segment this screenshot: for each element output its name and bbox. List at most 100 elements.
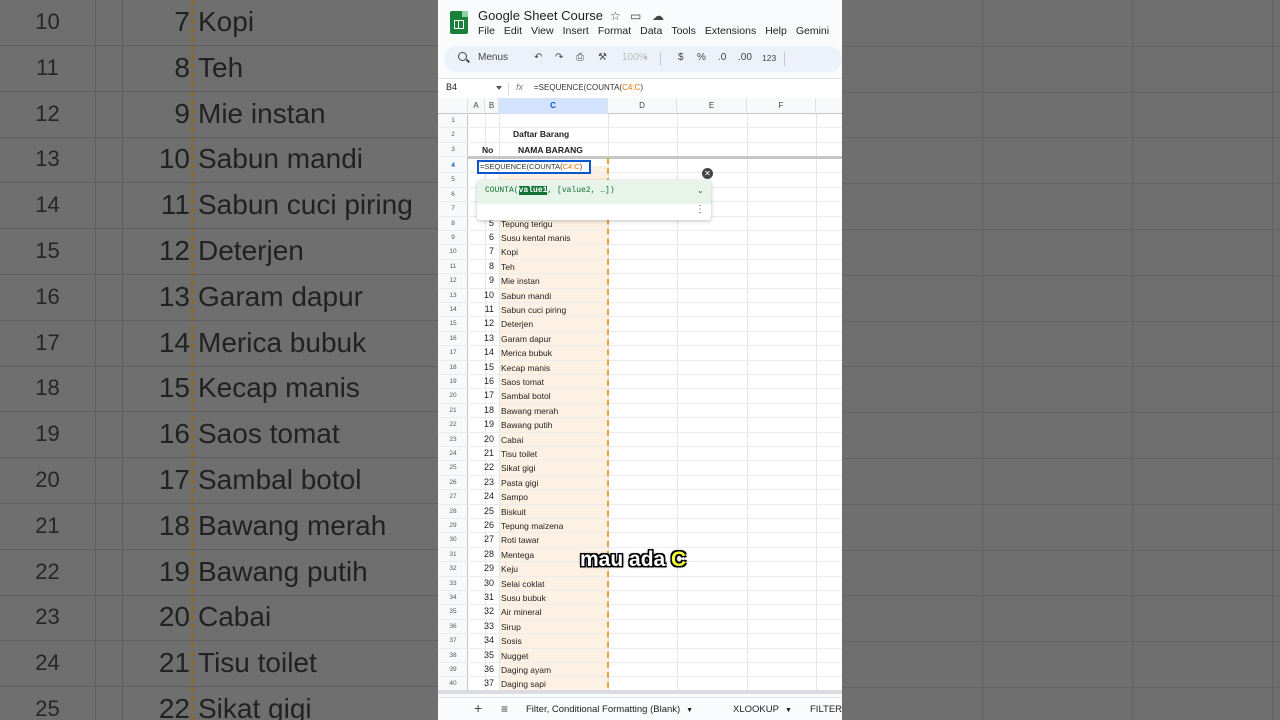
item-number-cell[interactable]: 19 <box>474 419 494 429</box>
item-name-cell[interactable]: Sampo <box>501 492 528 502</box>
menu-help[interactable]: Help <box>765 25 787 37</box>
paint-format-icon[interactable]: ⚒ <box>598 52 607 63</box>
select-all-corner[interactable] <box>438 98 468 114</box>
item-name-cell[interactable]: Sosis <box>501 636 522 646</box>
item-name-cell[interactable]: Cabai <box>501 435 523 445</box>
item-name-cell[interactable]: Mie instan <box>501 276 540 286</box>
item-number-cell[interactable]: 24 <box>474 491 494 501</box>
item-name-cell[interactable]: Kopi <box>501 247 518 257</box>
item-name-cell[interactable]: Bawang merah <box>501 406 558 416</box>
item-name-cell[interactable]: Tepung terigu <box>501 219 553 229</box>
item-number-cell[interactable]: 23 <box>474 477 494 487</box>
menu-gemini[interactable]: Gemini <box>796 25 829 37</box>
item-name-cell[interactable]: Sabun cuci piring <box>501 305 566 315</box>
item-number-cell[interactable]: 17 <box>474 390 494 400</box>
item-number-cell[interactable]: 18 <box>474 405 494 415</box>
search-menus-button[interactable]: Menus <box>452 50 522 68</box>
item-name-cell[interactable]: Daging ayam <box>501 665 551 675</box>
item-name-cell[interactable]: Nugget <box>501 651 528 661</box>
item-name-cell[interactable]: Kecap manis <box>501 363 550 373</box>
item-name-cell[interactable]: Biskuit <box>501 507 526 517</box>
redo-icon[interactable]: ↷ <box>555 52 563 63</box>
item-name-cell[interactable]: Saos tomat <box>501 377 544 387</box>
item-number-cell[interactable]: 10 <box>474 290 494 300</box>
undo-icon[interactable]: ↶ <box>534 52 542 63</box>
spreadsheet-grid[interactable]: A B C D E F 1 2 Daftar Barang 3 No NAMA BAR… <box>438 98 842 692</box>
item-name-cell[interactable]: Deterjen <box>501 319 533 329</box>
column-header-f[interactable]: F <box>747 98 816 114</box>
item-number-cell[interactable]: 34 <box>474 635 494 645</box>
item-number-cell[interactable]: 25 <box>474 506 494 516</box>
menu-data[interactable]: Data <box>640 25 662 37</box>
percent-format-button[interactable]: % <box>697 52 706 63</box>
move-folder-icon[interactable]: ▭ <box>630 9 641 23</box>
active-cell-editor[interactable]: =SEQUENCE(COUNTA(C4:C) <box>477 160 591 174</box>
item-number-cell[interactable]: 35 <box>474 650 494 660</box>
menu-tools[interactable]: Tools <box>671 25 696 37</box>
item-name-cell[interactable]: Sirup <box>501 622 521 632</box>
tab-dropdown-icon[interactable]: ▼ <box>686 707 693 714</box>
currency-format-button[interactable]: $ <box>678 52 684 63</box>
item-name-cell[interactable]: Sabun mandi <box>501 291 551 301</box>
item-number-cell[interactable]: 8 <box>474 261 494 271</box>
sheet-tab-filter-cf[interactable]: Filter, Conditional Formatting (Blank) ▼ <box>526 704 693 715</box>
item-number-cell[interactable]: 37 <box>474 678 494 688</box>
formula-input[interactable]: =SEQUENCE(COUNTA(C4:C) <box>534 83 643 92</box>
item-number-cell[interactable]: 26 <box>474 520 494 530</box>
close-icon[interactable]: ✕ <box>702 168 713 179</box>
increase-decimal-button[interactable]: .00 <box>738 52 752 63</box>
item-number-cell[interactable]: 6 <box>474 232 494 242</box>
number-format-button[interactable]: 123 <box>762 53 776 63</box>
item-number-cell[interactable]: 30 <box>474 578 494 588</box>
item-name-cell[interactable]: Sambal botol <box>501 391 551 401</box>
item-number-cell[interactable]: 15 <box>474 362 494 372</box>
menu-file[interactable]: File <box>478 25 495 37</box>
item-number-cell[interactable]: 33 <box>474 621 494 631</box>
item-number-cell[interactable]: 12 <box>474 318 494 328</box>
item-name-cell[interactable]: Bawang putih <box>501 420 553 430</box>
decrease-decimal-button[interactable]: .0 <box>718 52 726 63</box>
sheet-tab-xlookup[interactable]: XLOOKUP ▼ <box>733 704 792 715</box>
menu-view[interactable]: View <box>531 25 554 37</box>
header-name-cell[interactable]: NAMA BARANG <box>518 145 583 155</box>
item-number-cell[interactable]: 20 <box>474 434 494 444</box>
item-number-cell[interactable]: 9 <box>474 275 494 285</box>
menu-extensions[interactable]: Extensions <box>705 25 756 37</box>
item-number-cell[interactable]: 14 <box>474 347 494 357</box>
column-header-a[interactable]: A <box>468 98 485 114</box>
column-header-e[interactable]: E <box>677 98 747 114</box>
column-header-c[interactable]: C <box>499 98 608 114</box>
item-number-cell[interactable]: 31 <box>474 592 494 602</box>
item-number-cell[interactable]: 7 <box>474 246 494 256</box>
header-no-cell[interactable]: No <box>482 145 493 155</box>
item-name-cell[interactable]: Teh <box>501 262 515 272</box>
item-number-cell[interactable]: 32 <box>474 606 494 616</box>
column-header-d[interactable]: D <box>608 98 677 114</box>
item-name-cell[interactable]: Roti tawar <box>501 535 539 545</box>
function-signature-bar[interactable]: COUNTA(value1, [value2, …]) ⌄ <box>477 180 711 204</box>
item-name-cell[interactable]: Pasta gigi <box>501 478 538 488</box>
sheet-title-cell[interactable]: Daftar Barang <box>513 129 569 139</box>
menu-edit[interactable]: Edit <box>504 25 522 37</box>
name-box[interactable]: B4 <box>446 82 457 92</box>
zoom-dropdown-icon[interactable]: ▾ <box>644 54 648 62</box>
sheets-logo-icon[interactable] <box>450 11 468 34</box>
item-number-cell[interactable]: 22 <box>474 462 494 472</box>
sheet-tab-filter[interactable]: FILTER <box>810 704 842 715</box>
print-icon[interactable]: ⎙ <box>576 52 584 63</box>
chevron-down-icon[interactable]: ⌄ <box>697 186 704 195</box>
document-title[interactable]: Google Sheet Course <box>478 8 603 23</box>
column-header-b[interactable]: B <box>485 98 499 114</box>
item-name-cell[interactable]: Sikat gigi <box>501 463 536 473</box>
item-number-cell[interactable]: 36 <box>474 664 494 674</box>
menu-insert[interactable]: Insert <box>563 25 589 37</box>
item-name-cell[interactable]: Tisu toilet <box>501 449 537 459</box>
horizontal-scrollbar[interactable] <box>438 690 842 694</box>
item-name-cell[interactable]: Merica bubuk <box>501 348 552 358</box>
item-name-cell[interactable]: Mentega <box>501 550 534 560</box>
cloud-status-icon[interactable]: ☁ <box>652 9 664 23</box>
item-number-cell[interactable]: 28 <box>474 549 494 559</box>
item-name-cell[interactable]: Selai coklat <box>501 579 544 589</box>
star-icon[interactable]: ☆ <box>610 9 621 23</box>
item-number-cell[interactable]: 27 <box>474 534 494 544</box>
